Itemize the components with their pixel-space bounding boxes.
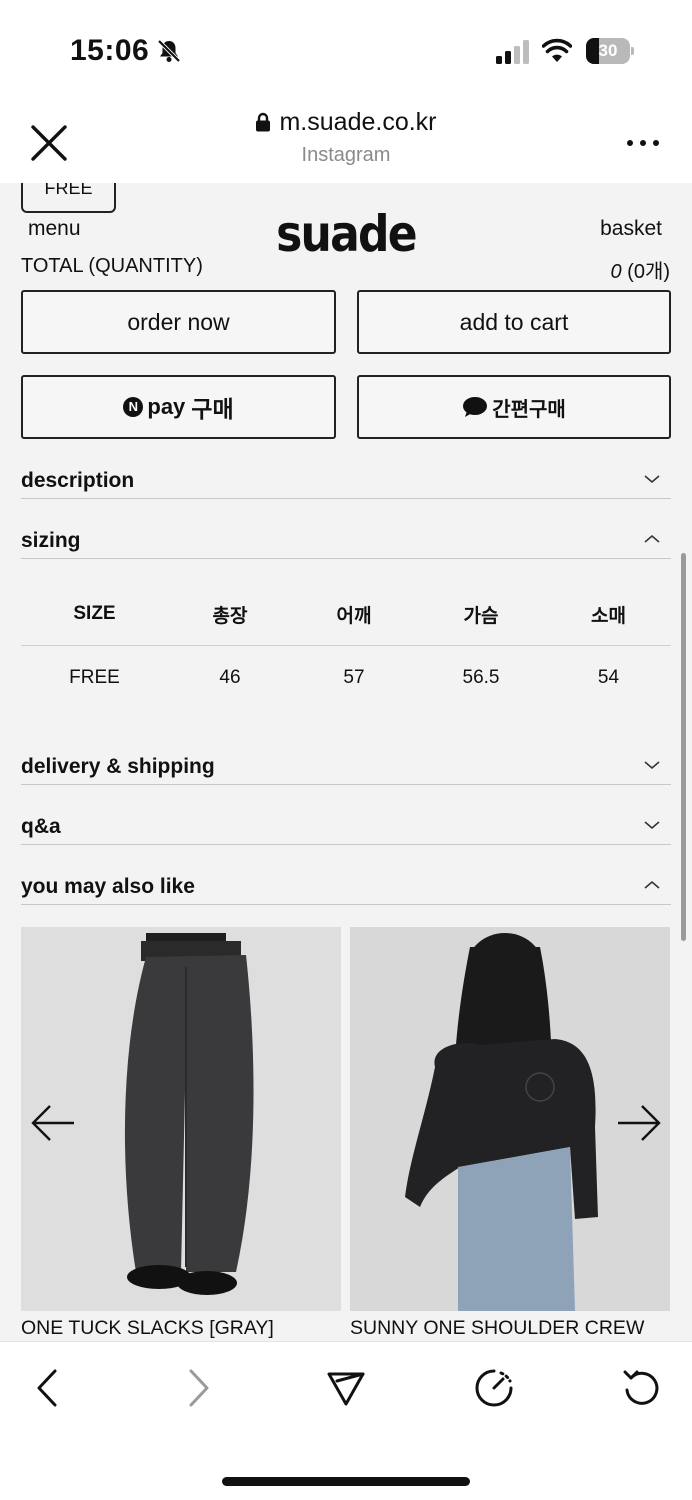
browser-subtitle: Instagram (301, 144, 391, 166)
size-header-cell: 소매 (591, 605, 626, 627)
quick-buy-button[interactable]: 간편구매 (357, 375, 671, 439)
url-text: m.suade.co.kr (279, 108, 437, 136)
section-sizing[interactable]: sizing (21, 523, 671, 559)
size-header-cell: 어깨 (336, 605, 372, 627)
send-icon[interactable] (326, 1368, 366, 1408)
size-cell: FREE (69, 667, 120, 688)
section-qa[interactable]: q&a (21, 809, 671, 845)
section-qa-label: q&a (21, 815, 61, 838)
section-recommend-label: you may also like (21, 875, 195, 898)
lock-icon (256, 112, 271, 132)
chevron-right-icon[interactable] (178, 1368, 218, 1408)
total-quantity: (0개) (627, 261, 670, 283)
product-name[interactable]: SUNNY ONE SHOULDER CREW (350, 1317, 670, 1340)
browser-header: m.suade.co.kr Instagram (0, 100, 692, 183)
section-description[interactable]: description (21, 463, 671, 499)
size-header-cell: 총장 (212, 605, 248, 627)
gauge-icon[interactable] (474, 1368, 514, 1408)
section-sizing-label: sizing (21, 529, 81, 552)
chevron-down-icon (644, 761, 660, 770)
add-to-cart-button[interactable]: add to cart (357, 290, 671, 354)
size-table-row: FREE 46 57 56.5 54 (21, 646, 671, 710)
chevron-up-icon (644, 880, 660, 889)
size-cell: 46 (219, 667, 241, 688)
scrollbar-thumb[interactable] (681, 553, 686, 941)
status-bar: 15:06 30 (0, 0, 692, 100)
size-header-cell: SIZE (73, 603, 116, 624)
status-time: 15:06 (70, 34, 150, 67)
product-name[interactable]: ONE TUCK SLACKS [GRAY] (21, 1317, 341, 1340)
total-amount: 0 (610, 261, 622, 283)
more-icon[interactable] (626, 138, 660, 148)
chevron-down-icon (644, 475, 660, 484)
npay-suffix: 구매 (191, 396, 234, 422)
basket-link[interactable]: basket (600, 217, 662, 241)
battery-indicator: 30 (586, 38, 634, 64)
section-delivery-label: delivery & shipping (21, 755, 215, 778)
url-bar[interactable]: m.suade.co.kr (0, 108, 692, 137)
chat-bubble-icon (463, 397, 488, 417)
battery-level: 30 (598, 41, 618, 60)
chevron-left-icon[interactable] (28, 1368, 68, 1408)
size-cell: 54 (597, 667, 620, 688)
chevron-down-icon (644, 821, 660, 830)
signal-icon (496, 40, 529, 64)
order-now-button[interactable]: order now (21, 290, 336, 354)
size-cell: 56.5 (462, 667, 500, 688)
size-table-header: SIZE 총장 어깨 가슴 소매 (21, 583, 671, 646)
bell-slash-icon (157, 39, 181, 63)
npay-button[interactable]: N pay 구매 (21, 375, 336, 439)
size-cell: 57 (343, 667, 365, 688)
wifi-icon (542, 38, 572, 62)
section-recommend[interactable]: you may also like (21, 869, 671, 905)
total-label: TOTAL (QUANTITY) (21, 255, 203, 277)
reload-icon[interactable] (622, 1368, 662, 1408)
npay-icon: N (123, 397, 144, 417)
total-value: 0 (0개) (610, 255, 670, 284)
section-delivery[interactable]: delivery & shipping (21, 749, 671, 785)
browser-toolbar (0, 1341, 692, 1500)
section-description-label: description (21, 469, 135, 492)
page-content: FREE menu suade basket TOTAL (QUANTITY) … (0, 183, 692, 1341)
npay-label: pay (147, 394, 186, 419)
arrow-left-icon[interactable] (30, 1103, 76, 1143)
size-header-cell: 가슴 (463, 605, 499, 627)
quick-buy-label: 간편구매 (492, 398, 566, 421)
arrow-right-icon[interactable] (616, 1103, 662, 1143)
chevron-up-icon (644, 534, 660, 543)
home-indicator[interactable] (222, 1477, 470, 1486)
size-table: SIZE 총장 어깨 가슴 소매 FREE 46 57 56.5 54 (21, 583, 671, 710)
